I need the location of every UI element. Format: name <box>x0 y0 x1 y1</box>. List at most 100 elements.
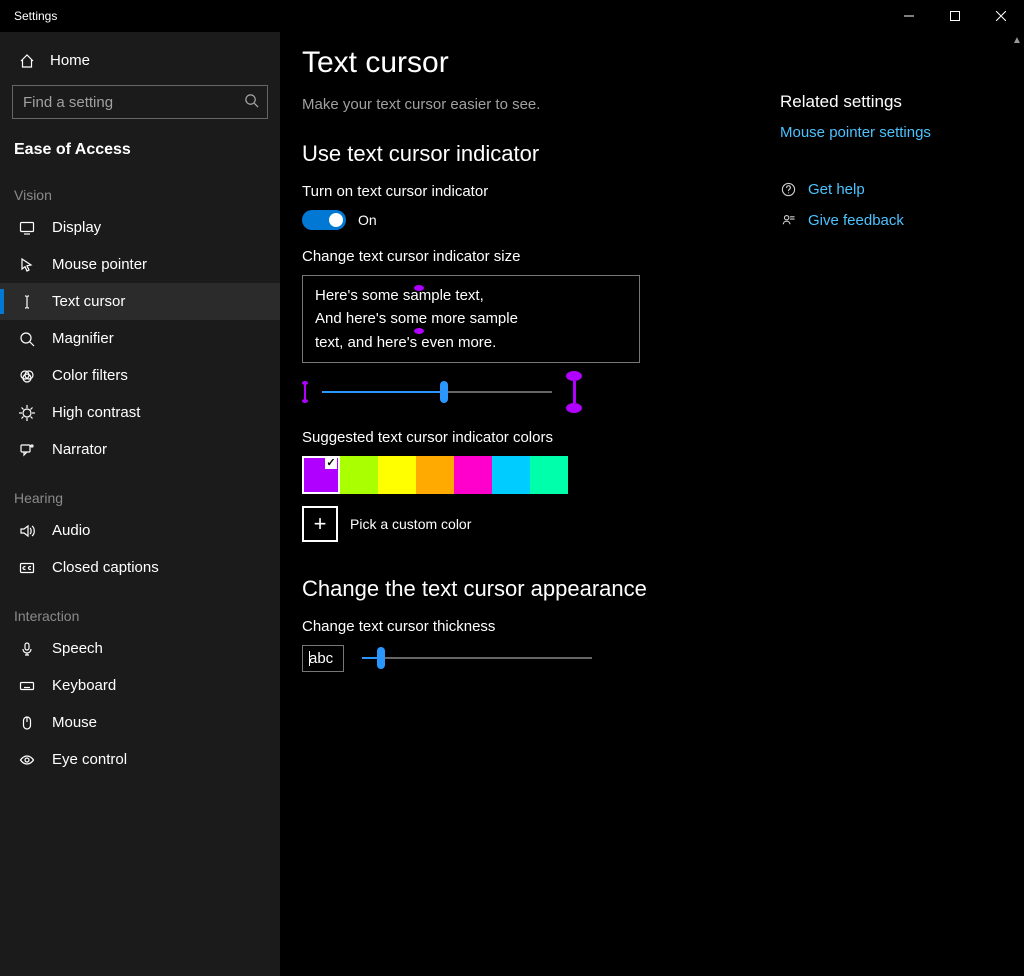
search-icon <box>244 93 259 112</box>
speech-icon <box>18 641 36 657</box>
scroll-up-icon[interactable]: ▲ <box>1012 32 1022 48</box>
search-placeholder: Find a setting <box>23 94 113 111</box>
mouse-icon <box>18 715 36 731</box>
text-cursor-icon <box>18 294 36 310</box>
thickness-label: Change text cursor thickness <box>302 618 750 635</box>
maximize-button[interactable] <box>932 0 978 32</box>
related-settings-title: Related settings <box>780 92 1000 112</box>
sidebar-item-text-cursor[interactable]: Text cursor <box>0 283 280 320</box>
toggle-label: Turn on text cursor indicator <box>302 183 750 200</box>
thickness-sample-caret <box>309 651 310 666</box>
sidebar-item-label: Keyboard <box>52 677 116 694</box>
page-subtitle: Make your text cursor easier to see. <box>302 96 750 113</box>
give-feedback-link[interactable]: Give feedback <box>780 212 1000 229</box>
sidebar-item-mouse-pointer[interactable]: Mouse pointer <box>0 246 280 283</box>
get-help-link[interactable]: Get help <box>780 181 1000 198</box>
home-button[interactable]: Home <box>0 42 280 79</box>
color-filters-icon <box>18 368 36 384</box>
sidebar-item-narrator[interactable]: Narrator <box>0 431 280 468</box>
color-swatch[interactable] <box>340 456 378 494</box>
size-label: Change text cursor indicator size <box>302 248 750 265</box>
color-swatches <box>302 456 750 494</box>
home-icon <box>18 53 36 69</box>
sidebar-item-speech[interactable]: Speech <box>0 630 280 667</box>
mouse-pointer-settings-link[interactable]: Mouse pointer settings <box>780 124 1000 141</box>
indicator-size-slider[interactable] <box>322 382 552 402</box>
high-contrast-icon <box>18 405 36 421</box>
sidebar-item-label: Narrator <box>52 441 107 458</box>
titlebar: Settings <box>0 0 1024 32</box>
page-title: Text cursor <box>302 46 750 80</box>
help-icon <box>780 182 796 197</box>
thickness-sample-text: abc <box>309 650 333 667</box>
indicator-sample-box: Here's some sample text, And here's some… <box>302 275 640 363</box>
sidebar-item-high-contrast[interactable]: High contrast <box>0 394 280 431</box>
sidebar-item-label: Closed captions <box>52 559 159 576</box>
minimize-button[interactable] <box>886 0 932 32</box>
indicator-toggle[interactable] <box>302 210 346 230</box>
give-feedback-label: Give feedback <box>808 212 904 229</box>
sidebar-item-label: Mouse <box>52 714 97 731</box>
sidebar-item-display[interactable]: Display <box>0 209 280 246</box>
feedback-icon <box>780 213 796 228</box>
sidebar-item-label: Speech <box>52 640 103 657</box>
nav-group-label: Vision <box>0 165 280 209</box>
color-swatch[interactable] <box>378 456 416 494</box>
sidebar-item-label: Eye control <box>52 751 127 768</box>
sample-caret-bottom <box>414 328 424 334</box>
thickness-slider[interactable] <box>362 648 592 668</box>
window-title: Settings <box>14 9 57 23</box>
sample-line: Here's some sample text, <box>315 284 627 307</box>
sidebar-item-mouse[interactable]: Mouse <box>0 704 280 741</box>
home-label: Home <box>50 52 90 69</box>
magnifier-icon <box>18 331 36 347</box>
color-swatch[interactable] <box>530 456 568 494</box>
sidebar-item-audio[interactable]: Audio <box>0 512 280 549</box>
sample-line: text, and here's even more. <box>315 331 627 354</box>
sidebar-item-color-filters[interactable]: Color filters <box>0 357 280 394</box>
sidebar: Home Find a setting Ease of Access Visio… <box>0 32 280 976</box>
indicator-min-icon <box>302 381 308 403</box>
sidebar-item-label: Display <box>52 219 101 236</box>
sidebar-item-closed-captions[interactable]: Closed captions <box>0 549 280 586</box>
display-icon <box>18 220 36 236</box>
sidebar-item-label: Mouse pointer <box>52 256 147 273</box>
right-pane: Related settings Mouse pointer settings … <box>780 32 1010 976</box>
color-swatch[interactable] <box>302 456 340 494</box>
eye-control-icon <box>18 752 36 768</box>
scrollbar[interactable]: ▲ <box>1010 32 1024 976</box>
section-indicator-title: Use text cursor indicator <box>302 141 750 167</box>
custom-color-button[interactable]: + Pick a custom color <box>302 506 750 542</box>
color-swatch[interactable] <box>492 456 530 494</box>
color-swatch[interactable] <box>454 456 492 494</box>
sample-line: And here's some more sample <box>315 307 627 330</box>
section-title: Ease of Access <box>0 129 280 165</box>
sidebar-item-label: Audio <box>52 522 90 539</box>
section-appearance-title: Change the text cursor appearance <box>302 576 750 602</box>
colors-label: Suggested text cursor indicator colors <box>302 429 750 446</box>
audio-icon <box>18 523 36 539</box>
search-input[interactable]: Find a setting <box>12 85 268 119</box>
color-swatch[interactable] <box>416 456 454 494</box>
nav-group-label: Interaction <box>0 586 280 630</box>
get-help-label: Get help <box>808 181 865 198</box>
main-content: Text cursor Make your text cursor easier… <box>280 32 780 976</box>
custom-color-label: Pick a custom color <box>350 516 471 532</box>
keyboard-icon <box>18 678 36 694</box>
sidebar-item-label: Color filters <box>52 367 128 384</box>
plus-icon: + <box>302 506 338 542</box>
sidebar-item-keyboard[interactable]: Keyboard <box>0 667 280 704</box>
mouse-pointer-icon <box>18 257 36 273</box>
sidebar-item-magnifier[interactable]: Magnifier <box>0 320 280 357</box>
sidebar-item-label: Text cursor <box>52 293 125 310</box>
toggle-state: On <box>358 212 377 228</box>
close-button[interactable] <box>978 0 1024 32</box>
sample-caret-top <box>414 285 424 291</box>
closed-captions-icon <box>18 560 36 576</box>
sidebar-item-label: High contrast <box>52 404 140 421</box>
sidebar-item-eye-control[interactable]: Eye control <box>0 741 280 778</box>
indicator-max-icon <box>566 371 582 413</box>
thickness-sample-box: abc <box>302 645 344 672</box>
narrator-icon <box>18 442 36 458</box>
sidebar-item-label: Magnifier <box>52 330 114 347</box>
